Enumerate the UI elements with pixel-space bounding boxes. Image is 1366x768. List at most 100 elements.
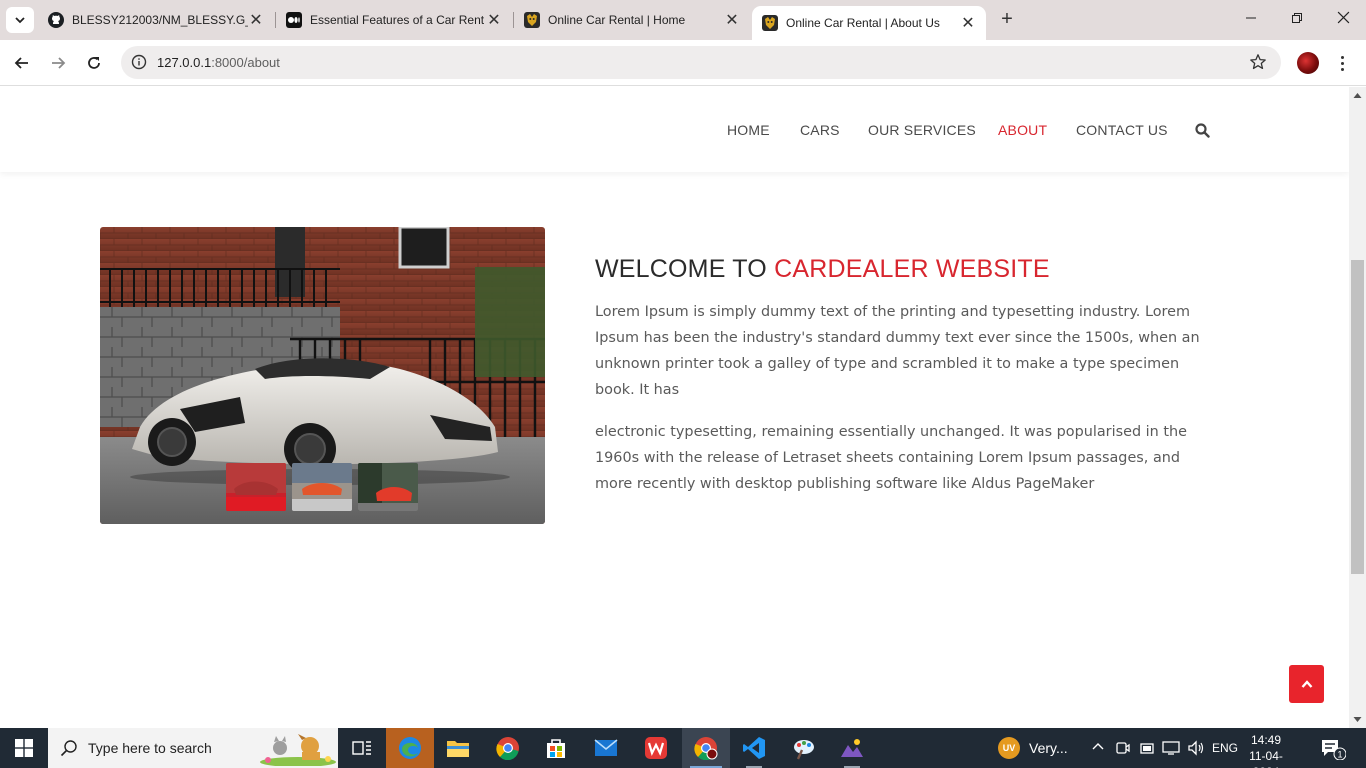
clock-time: 14:49 [1250, 733, 1282, 747]
url-path: :8000/about [211, 55, 280, 70]
carousel-thumbnail[interactable] [292, 463, 352, 511]
weather-text[interactable]: Very... [1029, 740, 1068, 756]
mail-icon [594, 739, 618, 756]
vscode-icon [743, 737, 765, 759]
about-car-image [100, 227, 545, 524]
carousel-thumbnail[interactable] [358, 463, 418, 511]
browser-tab[interactable]: Online Car Rental | Home ✕ [514, 0, 750, 40]
browser-menu-icon[interactable] [1335, 51, 1349, 75]
clock-date: 11-04-2024 [1249, 749, 1283, 768]
forward-button[interactable] [46, 51, 70, 75]
arrow-right-icon [52, 57, 66, 69]
nav-contact-us[interactable]: CONTACT US [1076, 122, 1168, 138]
edge-icon [399, 737, 421, 759]
folder-icon [447, 741, 469, 757]
task-view-icon [352, 741, 371, 755]
nav-our-services[interactable]: OUR SERVICES [868, 122, 976, 138]
start-button[interactable] [0, 728, 48, 768]
browser-tab-strip: BLESSY212003/NM_BLESSY.G_4 ✕ Essential F… [0, 0, 1366, 40]
tab-title: Online Car Rental | Home [548, 13, 686, 27]
github-icon [48, 12, 64, 28]
bookmark-star-icon[interactable] [1249, 53, 1267, 76]
taskbar-paint[interactable] [780, 728, 828, 768]
search-icon[interactable] [1195, 123, 1210, 143]
language-indicator[interactable]: ENG [1212, 741, 1238, 755]
back-button[interactable] [10, 51, 34, 75]
paint-icon [794, 740, 814, 760]
close-window-button[interactable] [1328, 8, 1358, 32]
reload-button[interactable] [82, 51, 106, 75]
system-clock[interactable]: 14:49 11-04-2024 [1238, 732, 1294, 768]
address-bar[interactable]: 127.0.0.1:8000/about [121, 46, 1281, 79]
chevron-up-icon[interactable] [1092, 740, 1104, 759]
browser-tab[interactable]: BLESSY212003/NM_BLESSY.G_4 ✕ [38, 0, 274, 40]
scrollbar-thumb[interactable] [1351, 260, 1364, 574]
taskbar-chrome-active[interactable] [682, 728, 730, 768]
page-viewport: HOME CARS OUR SERVICES ABOUT CONTACT US [0, 87, 1366, 728]
about-paragraph: electronic typesetting, remaining essent… [595, 424, 1187, 492]
medium-icon [286, 12, 302, 28]
browser-tab[interactable]: Essential Features of a Car Rent ✕ [276, 0, 512, 40]
tab-title: Essential Features of a Car Rent [310, 13, 485, 27]
meet-now-icon[interactable] [1116, 740, 1130, 761]
photos-icon [841, 739, 863, 757]
browser-toolbar: 127.0.0.1:8000/about [0, 40, 1366, 86]
restore-icon [1292, 13, 1302, 23]
weather-uv-badge[interactable]: UV [998, 737, 1020, 759]
url-host: 127.0.0.1 [157, 55, 212, 70]
tab-title: BLESSY212003/NM_BLESSY.G_4 [72, 13, 248, 27]
scroll-down-arrow-icon[interactable] [1353, 715, 1362, 724]
close-icon[interactable]: ✕ [486, 10, 502, 30]
nav-about[interactable]: ABOUT [998, 122, 1047, 138]
carousel-thumbnail[interactable] [226, 463, 286, 511]
browser-tab-active[interactable]: Online Car Rental | About Us ✕ [752, 6, 986, 40]
windows-logo-icon [15, 739, 33, 757]
taskbar-microsoft-store[interactable] [532, 728, 580, 768]
minimize-button[interactable] [1236, 8, 1266, 32]
store-icon [547, 739, 565, 758]
close-icon [1337, 11, 1349, 24]
tab-title: Online Car Rental | About Us [786, 16, 940, 30]
notification-count: 1 [1337, 750, 1342, 760]
taskbar-edge[interactable] [386, 728, 434, 768]
nav-home[interactable]: HOME [727, 122, 770, 138]
taskbar-chrome[interactable] [484, 728, 532, 768]
page-scrollbar[interactable] [1349, 87, 1366, 728]
search-highlight-illustration [260, 734, 336, 766]
taskbar-mail[interactable] [582, 728, 630, 768]
close-icon[interactable]: ✕ [724, 10, 740, 30]
taskbar-photos[interactable] [828, 728, 876, 768]
taskbar-search-box[interactable]: Type here to search [48, 728, 338, 768]
url-text: 127.0.0.1:8000/about [157, 55, 280, 70]
taskbar-wps-office[interactable] [632, 728, 680, 768]
site-info-icon[interactable] [131, 54, 147, 75]
nav-cars[interactable]: CARS [800, 122, 840, 138]
task-view-button[interactable] [338, 728, 386, 768]
tab-search-button[interactable] [6, 7, 34, 33]
volume-icon[interactable] [1187, 740, 1205, 761]
about-heading-prefix: WELCOME TO [595, 255, 775, 283]
carousel-thumbnails [226, 463, 418, 511]
site-logo-icon [762, 15, 778, 31]
new-tab-button[interactable]: + [996, 8, 1018, 30]
about-heading-accent: CARDEALER WEBSITE [774, 255, 1050, 283]
site-logo-icon [524, 12, 540, 28]
about-paragraph: Lorem Ipsum is simply dummy text of the … [595, 304, 1200, 398]
windows-taskbar: Type here to search UV Very... ENG 14:49… [0, 728, 1366, 768]
taskbar-file-explorer[interactable] [434, 728, 482, 768]
scroll-to-top-button[interactable] [1289, 665, 1324, 703]
notification-center-icon[interactable]: 1 [1320, 738, 1347, 765]
search-placeholder: Type here to search [88, 740, 212, 756]
close-icon[interactable]: ✕ [960, 13, 976, 33]
close-icon[interactable]: ✕ [248, 10, 264, 30]
about-heading: WELCOME TO CARDEALER WEBSITE [595, 255, 1050, 284]
taskbar-vscode[interactable] [730, 728, 778, 768]
scroll-up-arrow-icon[interactable] [1353, 91, 1362, 100]
network-icon[interactable] [1162, 740, 1180, 761]
chrome-icon [496, 737, 519, 760]
minimize-icon [1246, 17, 1256, 19]
profile-avatar[interactable] [1297, 52, 1319, 74]
restore-button[interactable] [1282, 8, 1312, 32]
battery-icon[interactable] [1139, 740, 1155, 761]
search-icon [60, 739, 78, 762]
